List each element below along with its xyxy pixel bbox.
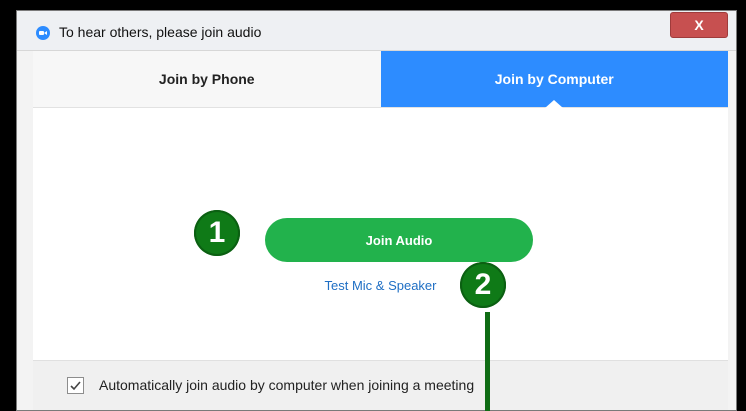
test-mic-speaker-link[interactable]: Test Mic & Speaker xyxy=(33,278,728,293)
tab-join-by-phone[interactable]: Join by Phone xyxy=(33,51,381,107)
tab-content-panel: Join Audio Test Mic & Speaker xyxy=(33,108,728,360)
auto-join-checkbox[interactable] xyxy=(67,377,84,394)
close-icon: X xyxy=(694,17,704,33)
checkmark-icon xyxy=(70,381,81,391)
camera-icon xyxy=(36,26,50,40)
close-button[interactable]: X xyxy=(670,12,728,38)
tab-bar: Join by Phone Join by Computer xyxy=(33,51,728,108)
camera-icon-glyph xyxy=(39,31,47,35)
join-audio-dialog: To hear others, please join audio X Join… xyxy=(16,10,737,411)
join-audio-button[interactable]: Join Audio xyxy=(265,218,533,262)
callout-2: 2 xyxy=(460,262,506,308)
window-title: To hear others, please join audio xyxy=(59,24,262,40)
join-audio-label: Join Audio xyxy=(365,232,433,248)
callout-2-pointer-line xyxy=(485,312,490,411)
footer-bar: Automatically join audio by computer whe… xyxy=(33,360,728,410)
auto-join-label: Automatically join audio by computer whe… xyxy=(99,377,475,393)
callout-1: 1 xyxy=(194,210,240,256)
tab-join-by-computer[interactable]: Join by Computer xyxy=(380,51,728,107)
title-bar: To hear others, please join audio X xyxy=(17,11,736,51)
